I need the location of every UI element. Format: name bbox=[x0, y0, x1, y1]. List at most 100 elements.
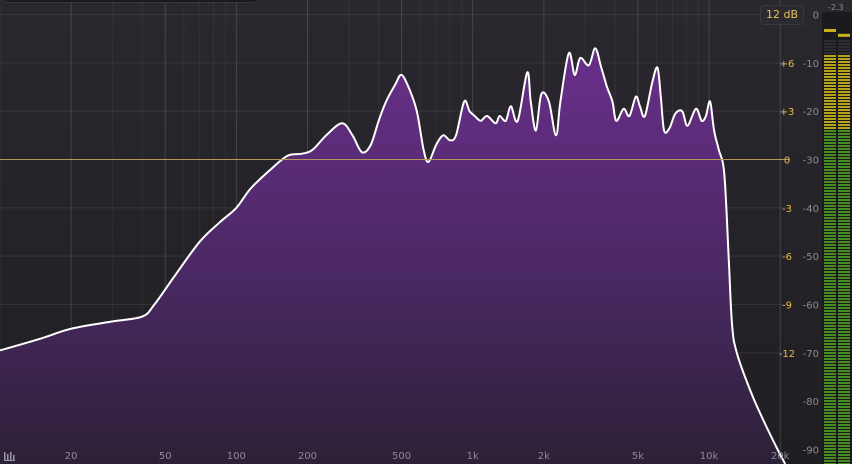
db-tick-label: -90 bbox=[803, 446, 819, 457]
meter-segment bbox=[824, 250, 836, 252]
meter-segment bbox=[838, 76, 850, 78]
meter-segment bbox=[824, 394, 836, 396]
meter-segment bbox=[824, 46, 836, 48]
meter-segment bbox=[838, 226, 850, 228]
meter-segment bbox=[824, 190, 836, 192]
meter-segment bbox=[824, 259, 836, 261]
meter-segment bbox=[838, 394, 850, 396]
meter-segment bbox=[824, 436, 836, 438]
meter-segment bbox=[838, 436, 850, 438]
meter-segment bbox=[838, 193, 850, 195]
meter-segment bbox=[838, 184, 850, 186]
meter-segment bbox=[824, 445, 836, 447]
meter-segment bbox=[824, 418, 836, 420]
meter-segment bbox=[838, 400, 850, 402]
meter-segment bbox=[824, 82, 836, 84]
meter-segment bbox=[838, 268, 850, 270]
meter-segment bbox=[838, 241, 850, 243]
meter-segment bbox=[824, 202, 836, 204]
db-tick-label: -50 bbox=[803, 252, 819, 263]
meter-segment bbox=[838, 148, 850, 150]
range-button[interactable]: 12 dB bbox=[760, 5, 804, 25]
meter-segment bbox=[838, 70, 850, 72]
meter-segment bbox=[824, 268, 836, 270]
meter-segment bbox=[824, 454, 836, 456]
meter-segment bbox=[838, 166, 850, 168]
meter-segment bbox=[824, 175, 836, 177]
eq-gain-tick-label: +3 bbox=[780, 107, 795, 118]
meter-segment bbox=[838, 322, 850, 324]
meter-segment bbox=[824, 106, 836, 108]
meter-segment bbox=[838, 460, 850, 462]
meter-segment bbox=[824, 52, 836, 54]
meter-segment bbox=[824, 226, 836, 228]
meter-segment bbox=[838, 160, 850, 162]
meter-segment bbox=[838, 94, 850, 96]
meter-segment bbox=[838, 349, 850, 351]
meter-segment bbox=[838, 238, 850, 240]
meter-segment bbox=[824, 232, 836, 234]
meter-segment bbox=[838, 376, 850, 378]
meter-segment bbox=[838, 313, 850, 315]
eq-gain-tick-label: 0 bbox=[784, 156, 790, 167]
meter-segment bbox=[838, 85, 850, 87]
meter-segment bbox=[824, 352, 836, 354]
meter-segment bbox=[838, 262, 850, 264]
meter-segment bbox=[824, 424, 836, 426]
meter-segment bbox=[838, 142, 850, 144]
meter-segment bbox=[824, 172, 836, 174]
meter-segment bbox=[838, 454, 850, 456]
meter-segment bbox=[838, 343, 850, 345]
meter-segment bbox=[838, 118, 850, 120]
meter-segment bbox=[838, 442, 850, 444]
meter-segment bbox=[838, 331, 850, 333]
meter-segment bbox=[838, 46, 850, 48]
meter-segment bbox=[838, 169, 850, 171]
meter-segment bbox=[838, 328, 850, 330]
meter-segment bbox=[824, 223, 836, 225]
meter-segment bbox=[838, 445, 850, 447]
meter-segment bbox=[824, 340, 836, 342]
meter-segment bbox=[824, 121, 836, 123]
meter-segment bbox=[824, 100, 836, 102]
meter-segment bbox=[838, 289, 850, 291]
meter-segment bbox=[824, 280, 836, 282]
meter-segment bbox=[824, 193, 836, 195]
meter-segment bbox=[838, 112, 850, 114]
meter-segment bbox=[838, 280, 850, 282]
meter-segment bbox=[824, 97, 836, 99]
meter-segment bbox=[838, 457, 850, 459]
meter-segment bbox=[824, 214, 836, 216]
meter-segment bbox=[838, 259, 850, 261]
meter-segment bbox=[838, 214, 850, 216]
meter-segment bbox=[824, 292, 836, 294]
meter-segment bbox=[824, 439, 836, 441]
meter-segment bbox=[838, 385, 850, 387]
meter-segment bbox=[824, 379, 836, 381]
meter-segment bbox=[824, 334, 836, 336]
meter-segment bbox=[824, 208, 836, 210]
meter-segment bbox=[838, 130, 850, 132]
meter-segment bbox=[838, 439, 850, 441]
display-toggle-tab[interactable] bbox=[0, 0, 262, 3]
db-tick-label: -10 bbox=[803, 59, 819, 70]
meter-segment bbox=[824, 283, 836, 285]
meter-segment bbox=[838, 304, 850, 306]
meter-segment bbox=[838, 235, 850, 237]
meter-segment bbox=[824, 376, 836, 378]
meter-segment bbox=[838, 163, 850, 165]
db-tick-label: -30 bbox=[803, 156, 819, 167]
meter-segment bbox=[824, 262, 836, 264]
freq-tick-label: 5k bbox=[632, 451, 644, 462]
meter-segment bbox=[824, 118, 836, 120]
meter-segment bbox=[838, 109, 850, 111]
meter-segment bbox=[824, 241, 836, 243]
meter-segment bbox=[838, 181, 850, 183]
meter-segment bbox=[838, 91, 850, 93]
meter-segment bbox=[838, 73, 850, 75]
meter-segment bbox=[824, 343, 836, 345]
meter-segment bbox=[838, 79, 850, 81]
meter-segment bbox=[838, 229, 850, 231]
meter-segment bbox=[838, 253, 850, 255]
meter-segment bbox=[824, 430, 836, 432]
